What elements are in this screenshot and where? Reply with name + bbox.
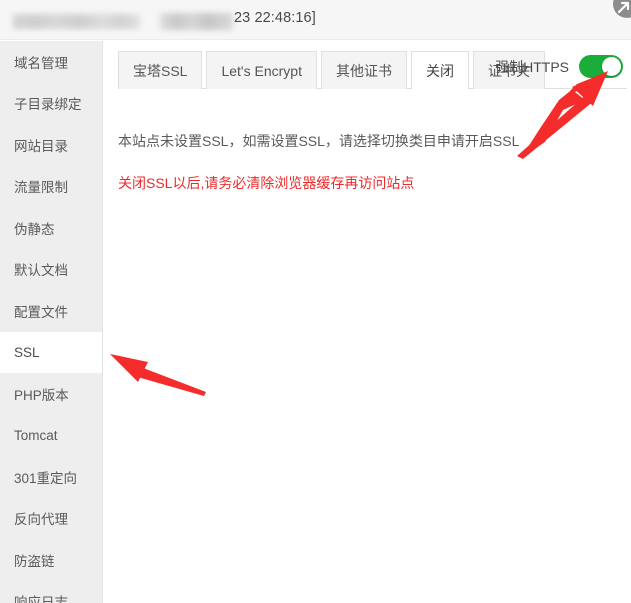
tab-label: Let's Encrypt <box>221 62 302 79</box>
tab-lets-encrypt[interactable]: Let's Encrypt <box>206 51 317 89</box>
redacted-text-block-2 <box>160 13 233 30</box>
sidebar-item-proxy[interactable]: 反向代理 <box>0 498 102 540</box>
sidebar-item-tomcat[interactable]: Tomcat <box>0 415 102 457</box>
window-header: 23 22:48:16] <box>0 0 631 40</box>
ssl-status-notice: 本站点未设置SSL，如需设置SSL，请选择切换类目申请开启SSL <box>118 133 520 149</box>
ssl-tab-list[interactable]: 宝塔SSL Let's Encrypt 其他证书 关闭 证书夹 <box>118 50 549 90</box>
sidebar-item-logs[interactable]: 响应日志 <box>0 581 102 603</box>
ssl-notice-block: 本站点未设置SSL，如需设置SSL，请选择切换类目申请开启SSL 关闭SSL以后… <box>104 97 631 193</box>
sidebar-item-subdir[interactable]: 子目录绑定 <box>0 83 102 125</box>
sidebar-item-default-doc[interactable]: 默认文档 <box>0 249 102 291</box>
sidebar-item-label: 伪静态 <box>14 221 55 237</box>
sidebar-item-label: 默认文档 <box>14 263 68 279</box>
sidebar-item-label: SSL <box>14 344 40 360</box>
redacted-text-block-1 <box>13 14 140 29</box>
force-https-label: 强制HTTPS <box>495 58 569 75</box>
sidebar-item-label: 反向代理 <box>14 512 68 528</box>
force-https-toggle[interactable] <box>579 55 623 78</box>
tab-label: 其他证书 <box>335 62 392 79</box>
sidebar-item-301[interactable]: 301重定向 <box>0 456 102 498</box>
sidebar-item-label: 流量限制 <box>14 180 68 196</box>
sidebar-item-label: 防盗链 <box>14 553 55 569</box>
sidebar-item-label: Tomcat <box>14 427 58 443</box>
sidebar-item-antileech[interactable]: 防盗链 <box>0 539 102 581</box>
sidebar-item-label: 网站目录 <box>14 138 68 154</box>
sidebar-item-domain[interactable]: 域名管理 <box>0 41 102 83</box>
force-https-control: 强制HTTPS <box>495 55 623 78</box>
ssl-settings-panel: 23 22:48:16] 域名管理 子目录绑定 网站目录 流量限制 伪静态 默认… <box>0 0 631 603</box>
sidebar-item-label: 配置文件 <box>14 304 68 320</box>
sidebar-item-php[interactable]: PHP版本 <box>0 373 102 415</box>
close-icon[interactable] <box>613 0 631 18</box>
tab-close[interactable]: 关闭 <box>410 51 469 90</box>
sidebar-item-sitedir[interactable]: 网站目录 <box>0 124 102 166</box>
tab-label: 宝塔SSL <box>133 62 188 79</box>
header-timestamp: 23 22:48:16] <box>234 10 316 26</box>
ssl-content-area: 宝塔SSL Let's Encrypt 其他证书 关闭 证书夹 强制HTTPS … <box>104 41 631 603</box>
sidebar-item-label: 301重定向 <box>14 470 78 486</box>
ssl-cache-warning: 关闭SSL以后,请务必清除浏览器缓存再访问站点 <box>118 175 415 191</box>
ssl-tabstrip: 宝塔SSL Let's Encrypt 其他证书 关闭 证书夹 强制HTTPS <box>104 49 631 97</box>
sidebar-item-label: 响应日志 <box>14 595 68 603</box>
settings-sidebar[interactable]: 域名管理 子目录绑定 网站目录 流量限制 伪静态 默认文档 配置文件 SSL P… <box>0 41 103 603</box>
toggle-knob <box>602 57 621 76</box>
sidebar-item-rewrite[interactable]: 伪静态 <box>0 207 102 249</box>
sidebar-item-config[interactable]: 配置文件 <box>0 290 102 332</box>
tab-label: 关闭 <box>425 62 454 79</box>
sidebar-item-traffic[interactable]: 流量限制 <box>0 166 102 208</box>
sidebar-item-ssl[interactable]: SSL <box>0 331 102 373</box>
sidebar-item-label: 子目录绑定 <box>14 97 82 113</box>
tab-other-cert[interactable]: 其他证书 <box>320 51 407 89</box>
tab-baota-ssl[interactable]: 宝塔SSL <box>118 51 203 89</box>
sidebar-item-label: 域名管理 <box>14 55 68 71</box>
sidebar-item-label: PHP版本 <box>14 387 69 403</box>
